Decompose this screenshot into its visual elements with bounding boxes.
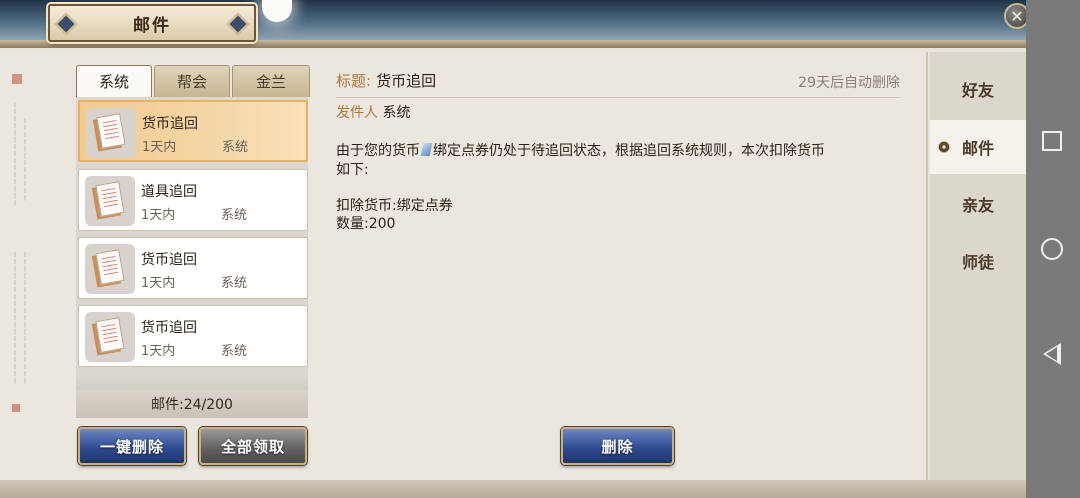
knot-ornament-icon — [54, 12, 78, 36]
calligraphy-decoration: 丨丨丨丨丨丨丨丨丨丨丨丨 — [22, 118, 29, 202]
mail-list-item[interactable]: 货币追回 1天内 系统 — [78, 100, 308, 162]
knot-ornament-icon — [226, 12, 250, 36]
mail-item-title: 货币追回 — [141, 320, 197, 336]
mail-count: 邮件:24/200 — [76, 374, 308, 418]
delete-all-button[interactable]: 一键删除 — [78, 427, 186, 465]
mail-item-time: 1天内 — [141, 344, 176, 359]
mail-detail-sender: 发件人 系统 — [336, 102, 410, 122]
letter-icon — [85, 176, 135, 226]
back-triangle-icon[interactable] — [1043, 343, 1061, 365]
tab-system[interactable]: 系统 — [76, 65, 152, 97]
sender-label: 发件人 — [336, 105, 378, 121]
mail-item-sender: 系统 — [221, 208, 248, 223]
mail-item-title: 货币追回 — [142, 116, 198, 132]
mail-category-tabs: 系统 帮会 金兰 — [76, 65, 312, 97]
side-nav-mentorship[interactable]: 师徒 — [930, 234, 1026, 288]
seal-decoration — [12, 404, 20, 412]
mail-item-time: 1天内 — [141, 208, 176, 223]
calligraphy-decoration: 丨丨丨丨丨丨丨丨丨丨丨丨丨丨丨 — [12, 102, 19, 207]
letter-icon — [85, 312, 135, 362]
mail-list-item[interactable]: 道具追回 1天内 系统 — [78, 169, 308, 231]
body-text-part: 绑定点券仍处于待追回状态，根据追回系统规则，本次扣除货币 — [433, 143, 825, 159]
mail-item-time: 1天内 — [141, 276, 176, 291]
deduction-info: 扣除货币:绑定点券 数量:200 — [336, 197, 453, 233]
title-plaque: 邮件 — [48, 4, 256, 42]
deduct-currency: 扣除货币:绑定点券 — [336, 198, 453, 214]
home-circle-icon[interactable] — [1041, 238, 1063, 260]
tab-sworn[interactable]: 金兰 — [232, 65, 310, 97]
mail-item-title: 道具追回 — [141, 184, 197, 200]
selected-marker-icon — [938, 141, 950, 153]
seal-decoration — [12, 74, 22, 84]
calligraphy-decoration: 丨丨丨丨丨丨丨丨丨丨丨丨丨丨丨丨丨丨丨 — [12, 252, 19, 385]
tab-guild[interactable]: 帮会 — [154, 65, 230, 97]
mail-body: 由于您的货币 绑定点券仍处于待追回状态，根据追回系统规则，本次扣除货币 如下: — [336, 142, 896, 180]
recents-square-icon[interactable] — [1042, 131, 1062, 151]
claim-all-button[interactable]: 全部领取 — [199, 427, 307, 465]
letter-icon — [86, 108, 136, 158]
mail-item-sender: 系统 — [222, 140, 249, 155]
side-nav-label: 邮件 — [961, 139, 994, 158]
mail-item-sender: 系统 — [221, 276, 248, 291]
mail-list[interactable]: 货币追回 1天内 系统 道具追回 1天内 系统 货币追回 1天内 系统 货币追回… — [76, 97, 308, 417]
auto-delete-notice: 29天后自动删除 — [798, 75, 900, 91]
mail-panel: 丨丨丨丨丨丨丨丨丨丨丨丨丨丨丨 丨丨丨丨丨丨丨丨丨丨丨丨 丨丨丨丨丨丨丨丨丨丨丨… — [0, 52, 928, 480]
deduct-amount: 数量:200 — [336, 216, 396, 232]
coupon-icon — [420, 143, 433, 156]
social-side-nav: 好友 邮件 亲友 师徒 — [930, 52, 1026, 480]
mail-item-title: 货币追回 — [141, 252, 197, 268]
mail-detail-title: 货币追回 — [376, 72, 437, 90]
side-nav-mail[interactable]: 邮件 — [930, 120, 1026, 174]
delete-button[interactable]: 删除 — [561, 427, 674, 465]
mail-list-item[interactable]: 货币追回 1天内 系统 — [78, 237, 308, 299]
body-text-line: 如下: — [336, 162, 369, 178]
calligraphy-decoration: 丨丨丨丨丨丨丨丨丨丨丨丨丨丨丨丨丨丨丨 — [22, 252, 29, 385]
mail-item-sender: 系统 — [221, 344, 248, 359]
mail-item-time: 1天内 — [142, 140, 177, 155]
side-nav-relatives[interactable]: 亲友 — [930, 177, 1026, 231]
sender-value: 系统 — [382, 105, 411, 121]
page-title: 邮件 — [133, 15, 171, 36]
letter-icon — [85, 244, 135, 294]
side-nav-friends[interactable]: 好友 — [930, 62, 1026, 116]
mail-detail-header: 标题: 货币追回 29天后自动删除 — [336, 70, 900, 98]
title-label: 标题: — [336, 72, 372, 90]
body-text-part: 由于您的货币 — [336, 143, 420, 159]
close-icon: ✕ — [1010, 6, 1024, 26]
system-nav-bar — [1026, 0, 1080, 498]
mail-list-item[interactable]: 货币追回 1天内 系统 — [78, 305, 308, 367]
bottom-border — [0, 480, 1026, 498]
